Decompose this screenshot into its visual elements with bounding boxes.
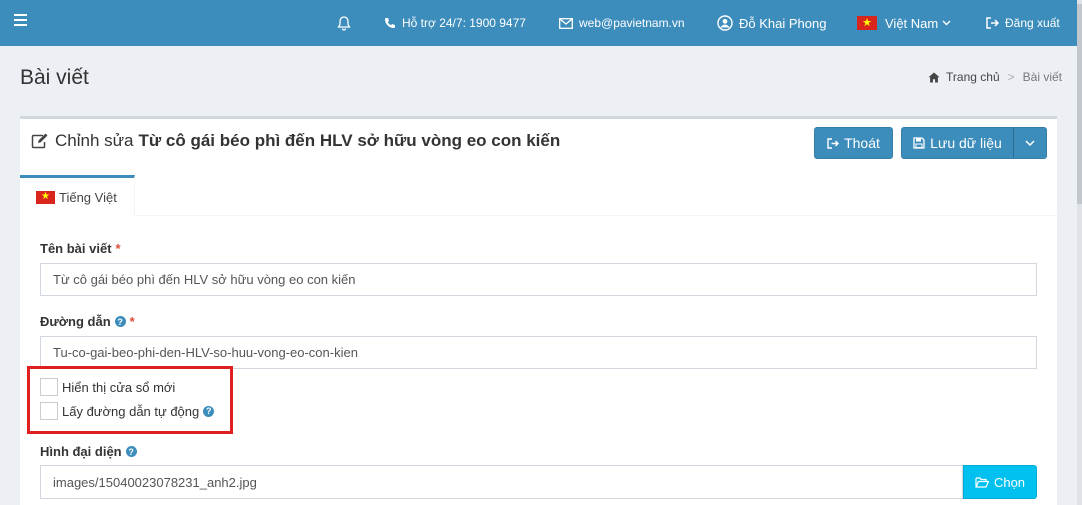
post-name-value: Từ cô gái béo phì đến HLV sở hữu vòng eo…: [53, 272, 356, 287]
phone-icon: [385, 18, 395, 28]
language-selector[interactable]: Việt Nam: [857, 0, 951, 46]
thumbnail-label-text: Hình đại diện: [40, 444, 122, 459]
page-title: Bài viết: [20, 66, 89, 89]
choose-label: Chọn: [993, 474, 1026, 490]
auto-path-checkbox[interactable]: [40, 402, 58, 420]
envelope-icon: [559, 17, 573, 29]
email-link[interactable]: web@pavietnam.vn: [559, 0, 685, 46]
email-text: web@pavietnam.vn: [579, 16, 685, 30]
breadcrumb: Trang chủ > Bài viết: [928, 70, 1062, 84]
support-hotline[interactable]: Hỗ trợ 24/7: 1900 9477: [384, 0, 526, 46]
thumbnail-label: Hình đại diện ?: [40, 444, 137, 459]
post-name-label-text: Tên bài viết: [40, 241, 112, 256]
thumbnail-path-input[interactable]: images/15040023078231_anh2.jpg: [40, 465, 963, 499]
save-button[interactable]: Lưu dữ liệu: [902, 128, 1014, 158]
floppy-disk-icon: [913, 137, 925, 149]
path-label-text: Đường dẫn: [40, 314, 111, 329]
help-icon[interactable]: ?: [114, 316, 126, 327]
sign-out-icon: [986, 17, 999, 29]
choose-file-button[interactable]: Chọn: [963, 465, 1037, 499]
auto-path-option[interactable]: Lấy đường dẫn tự động ?: [40, 402, 215, 420]
exit-button[interactable]: Thoát: [814, 127, 893, 159]
page-scrollbar[interactable]: [1077, 0, 1082, 505]
help-icon[interactable]: ?: [125, 446, 137, 457]
logout-link[interactable]: Đăng xuất: [986, 0, 1060, 46]
vietnam-flag-icon: [857, 15, 877, 31]
path-input[interactable]: Tu-co-gai-beo-phi-den-HLV-so-huu-vong-eo…: [40, 336, 1037, 369]
top-navbar: Hỗ trợ 24/7: 1900 9477 web@pavietnam.vn …: [0, 0, 1082, 46]
user-menu[interactable]: Đỗ Khai Phong: [717, 0, 826, 46]
save-button-group: Lưu dữ liệu: [901, 127, 1047, 159]
exit-label: Thoát: [844, 135, 880, 151]
required-marker: *: [129, 314, 135, 329]
home-icon: [928, 72, 940, 82]
vietnam-flag-icon: [36, 190, 55, 204]
panel-title: Chỉnh sửa Từ cô gái béo phì đến HLV sở h…: [31, 131, 560, 151]
tab-label: Tiếng Việt: [59, 190, 117, 205]
panel-title-prefix: Chỉnh sửa: [55, 131, 134, 150]
new-window-option[interactable]: Hiển thị cửa sổ mới: [40, 378, 175, 396]
sign-out-icon: [827, 137, 840, 149]
highlight-box: [27, 366, 233, 434]
support-text: Hỗ trợ 24/7: 1900 9477: [402, 16, 526, 30]
user-name: Đỗ Khai Phong: [739, 15, 827, 31]
user-circle-icon: [717, 15, 733, 31]
language-label: Việt Nam: [885, 15, 939, 31]
breadcrumb-current: Bài viết: [1022, 70, 1062, 84]
path-value: Tu-co-gai-beo-phi-den-HLV-so-huu-vong-eo…: [53, 345, 358, 360]
chevron-down-icon: [942, 20, 951, 26]
post-name-label: Tên bài viết *: [40, 241, 121, 256]
scrollbar-thumb[interactable]: [1077, 4, 1082, 204]
chevron-down-icon: [1024, 140, 1035, 146]
language-tabs: Tiếng Việt: [20, 175, 1057, 217]
auto-path-label: Lấy đường dẫn tự động: [62, 403, 200, 419]
path-label: Đường dẫn ? *: [40, 314, 135, 329]
edit-icon: [31, 133, 48, 149]
save-label: Lưu dữ liệu: [930, 135, 1002, 151]
save-options-dropdown[interactable]: [1013, 128, 1046, 158]
help-icon[interactable]: ?: [203, 405, 215, 417]
menu-toggle-icon[interactable]: [14, 14, 27, 26]
new-window-label: Hiển thị cửa sổ mới: [62, 379, 176, 395]
breadcrumb-home[interactable]: Trang chủ: [946, 70, 1000, 84]
breadcrumb-separator: >: [1007, 70, 1015, 84]
notifications-bell-icon[interactable]: [337, 0, 357, 46]
post-name-input[interactable]: Từ cô gái béo phì đến HLV sở hữu vòng eo…: [40, 263, 1037, 296]
new-window-checkbox[interactable]: [40, 378, 58, 396]
logout-text: Đăng xuất: [1005, 16, 1060, 30]
edit-post-panel: Chỉnh sửa Từ cô gái béo phì đến HLV sở h…: [20, 116, 1057, 505]
panel-title-name: Từ cô gái béo phì đến HLV sở hữu vòng eo…: [138, 131, 561, 150]
thumbnail-path-value: images/15040023078231_anh2.jpg: [53, 474, 257, 490]
tab-vietnamese[interactable]: Tiếng Việt: [20, 175, 135, 217]
required-marker: *: [115, 241, 121, 256]
folder-open-icon: [975, 476, 989, 488]
